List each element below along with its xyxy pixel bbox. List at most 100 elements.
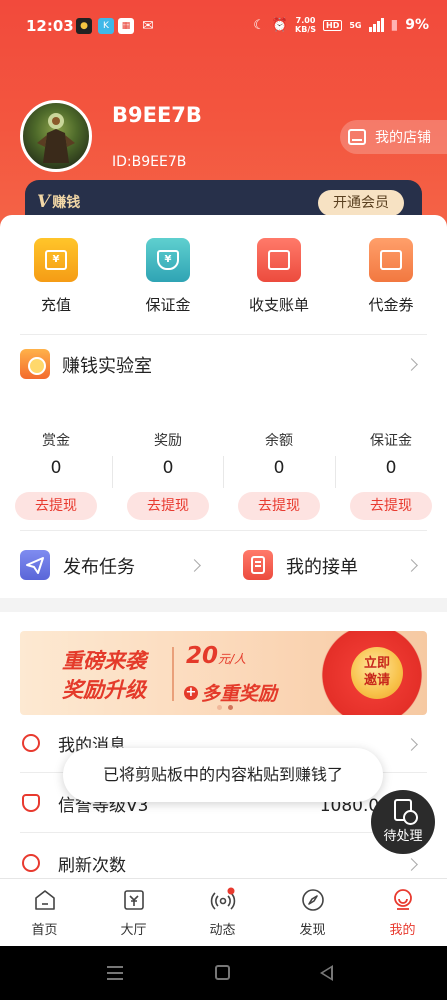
chevron-right-icon	[405, 358, 418, 371]
signal-icon	[368, 18, 384, 32]
stat-value: 0	[273, 458, 285, 478]
publish-task-button[interactable]: 发布任务	[20, 546, 210, 586]
pending-doc-icon	[394, 799, 418, 825]
tab-profile[interactable]: 我的	[358, 887, 447, 938]
withdraw-button[interactable]: 去提现	[127, 492, 209, 520]
pending-label: 待处理	[383, 829, 423, 844]
net-speed-unit: KB/S	[295, 25, 317, 34]
vip-logo-text: 赚钱	[52, 195, 81, 211]
my-orders-label: 我的接单	[286, 557, 358, 578]
deposit-shield-icon: ¥	[146, 238, 190, 282]
invite-now-button[interactable]: 立即 邀请	[351, 647, 403, 699]
recharge-glyph: ¥	[45, 250, 67, 270]
divider	[20, 832, 427, 833]
tab-label: 大厅	[120, 923, 147, 938]
quick-action-bills[interactable]: 收支账单	[223, 238, 335, 315]
publish-task-label: 发布任务	[63, 557, 135, 578]
tab-discover[interactable]: 发现	[268, 887, 357, 938]
wechat-icon: ✉	[142, 18, 154, 34]
tab-hall[interactable]: 大厅	[89, 887, 178, 938]
tab-label: 首页	[31, 923, 58, 938]
withdraw-button[interactable]: 去提现	[350, 492, 432, 520]
shop-icon	[348, 129, 366, 145]
vip-logo-letter: V	[37, 192, 51, 212]
chevron-right-icon	[405, 738, 418, 751]
home-button-icon[interactable]	[215, 965, 230, 980]
quick-action-deposit[interactable]: ¥ 保证金	[112, 238, 224, 315]
status-right: ☾ ⏰ 7.00 KB/S HD 5G ▮ 9%	[253, 16, 429, 34]
menu-icon[interactable]	[107, 966, 123, 980]
withdraw-button[interactable]: 去提现	[238, 492, 320, 520]
vip-logo: V 赚钱	[37, 192, 80, 212]
system-nav-bar	[0, 946, 447, 1000]
open-membership-button[interactable]: 开通会员	[318, 190, 404, 216]
battery-percent: 9%	[405, 17, 429, 33]
quick-action-label: 充值	[40, 296, 71, 314]
stat-value: 0	[385, 458, 397, 478]
tab-label: 动态	[209, 923, 236, 938]
divider	[20, 530, 427, 531]
compass-icon	[300, 887, 326, 913]
status-bar: 12:03 ● K ▦ ✉ ☾ ⏰ 7.00 KB/S HD 5G ▮ 9%	[0, 0, 447, 52]
voucher-glyph	[380, 250, 402, 270]
stat-balance: 余额 0 去提现	[223, 430, 335, 520]
pending-button[interactable]: 待处理	[371, 790, 435, 854]
hall-icon	[121, 887, 147, 913]
hd-badge: HD	[323, 19, 343, 31]
quick-action-recharge[interactable]: ¥ 充值	[0, 238, 112, 315]
money-lab-row[interactable]: 赚钱实验室	[0, 340, 447, 390]
app-calendar-icon: ▦	[118, 18, 134, 34]
my-shop-button[interactable]: 我的店铺	[340, 120, 447, 154]
avatar[interactable]	[20, 100, 92, 172]
stat-deposit: 保证金 0 去提现	[335, 430, 447, 520]
stat-bounty: 赏金 0 去提现	[0, 430, 112, 520]
tab-label: 发现	[299, 923, 326, 938]
stat-label: 余额	[265, 433, 293, 449]
voucher-icon	[369, 238, 413, 282]
back-icon[interactable]	[320, 965, 333, 981]
withdraw-button[interactable]: 去提现	[15, 492, 97, 520]
chevron-right-icon	[405, 559, 418, 572]
tab-feed[interactable]: 动态	[178, 887, 267, 938]
quick-action-label: 代金券	[368, 296, 414, 314]
tab-label: 我的	[389, 923, 416, 938]
quick-action-label: 保证金	[145, 296, 191, 314]
my-shop-label: 我的店铺	[375, 130, 431, 146]
username: B9EE7B	[112, 103, 202, 127]
credit-shield-icon	[22, 794, 40, 812]
profile-icon	[390, 887, 416, 913]
banner-pager	[217, 705, 233, 710]
chevron-right-icon	[405, 858, 418, 871]
banner-amount-value: 20	[186, 643, 219, 669]
signal-label: 5G	[349, 20, 362, 30]
alarm-icon: ⏰	[271, 17, 289, 33]
quick-action-voucher[interactable]: 代金券	[335, 238, 447, 315]
banner-amount: 20元/人	[186, 643, 246, 669]
banner-plus: + 多重奖励	[184, 679, 277, 706]
clipboard-toast: 已将剪贴板中的内容粘贴到赚钱了	[63, 748, 383, 802]
recharge-icon: ¥	[34, 238, 78, 282]
banner-line-2: 奖励升级	[62, 678, 146, 702]
refresh-count-label: 刷新次数	[58, 856, 126, 876]
banner-plus-text: 多重奖励	[201, 683, 278, 705]
app-notification-icon: ●	[76, 18, 92, 34]
quick-actions: ¥ 充值 ¥ 保证金 收支账单 代金券	[0, 238, 447, 318]
stat-value: 0	[50, 458, 62, 478]
my-orders-button[interactable]: 我的接单	[243, 546, 427, 586]
stat-value: 0	[162, 458, 174, 478]
broadcast-icon	[210, 887, 236, 913]
banner-line-1: 重磅来袭	[62, 649, 146, 673]
plus-icon: +	[184, 684, 198, 700]
bottom-tab-bar: 首页 大厅 动态 发现 我的	[0, 878, 447, 946]
invite-banner[interactable]: 重磅来袭 奖励升级 20元/人 + 多重奖励 立即 邀请	[20, 631, 427, 715]
tab-home[interactable]: 首页	[0, 887, 89, 938]
banner-amount-unit: 元/人	[218, 652, 247, 666]
money-lab-label: 赚钱实验室	[62, 356, 152, 377]
stat-label: 赏金	[42, 433, 70, 449]
deposit-glyph: ¥	[157, 250, 179, 270]
status-time: 12:03	[26, 17, 74, 35]
banner-divider	[172, 647, 174, 701]
stat-reward: 奖励 0 去提现	[112, 430, 224, 520]
quick-action-label: 收支账单	[248, 296, 309, 314]
moon-icon: ☾	[253, 17, 265, 33]
